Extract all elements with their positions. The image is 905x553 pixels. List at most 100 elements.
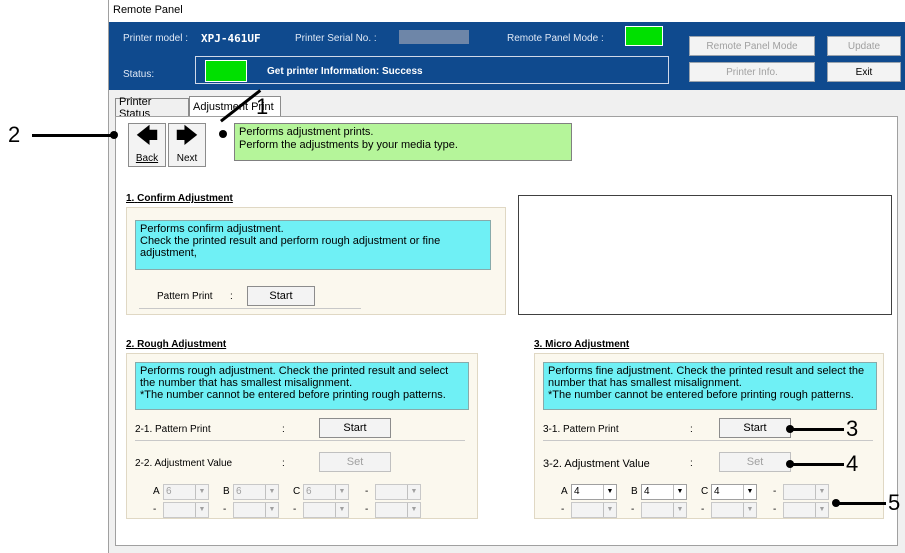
annotation-3: 3 — [846, 416, 859, 441]
printer-info-button[interactable]: Printer Info. — [689, 62, 815, 82]
chevron-down-icon[interactable]: ▼ — [407, 485, 420, 499]
select-value: 4 — [714, 486, 720, 497]
combo-label: - — [223, 504, 227, 515]
annotation-1-dot — [219, 130, 227, 138]
micro-number: 3. — [534, 339, 543, 350]
confirm-start-button[interactable]: Start — [247, 286, 315, 306]
chevron-down-icon[interactable]: ▼ — [743, 485, 756, 499]
next-button[interactable]: 🡆 Next — [168, 123, 206, 167]
next-label: Next — [176, 153, 198, 164]
annotation-1: 1 — [256, 94, 269, 119]
micro-title: Micro Adjustment — [545, 339, 630, 350]
annotation-4-dot — [786, 460, 794, 468]
micro-group: Performs fine adjustment. Check the prin… — [534, 353, 884, 519]
annotation-2-dot — [110, 131, 118, 139]
micro-set-button[interactable]: Set — [719, 452, 791, 472]
back-button[interactable]: 🡄 Back — [128, 123, 166, 167]
chevron-down-icon[interactable]: ▼ — [815, 503, 828, 517]
annotation-3-line — [790, 428, 844, 431]
exit-button[interactable]: Exit — [827, 62, 901, 82]
adjustment-value-select[interactable]: ▼ — [571, 502, 617, 518]
adjustment-value-select[interactable]: 6 ▼ — [163, 484, 209, 500]
preview-area — [518, 195, 892, 315]
chevron-down-icon[interactable]: ▼ — [265, 503, 278, 517]
rough-pattern-label: 2-1. Pattern Print — [135, 424, 211, 435]
chevron-down-icon[interactable]: ▼ — [407, 503, 420, 517]
chevron-down-icon[interactable]: ▼ — [815, 485, 828, 499]
combo-label: - — [561, 504, 565, 515]
chevron-down-icon[interactable]: ▼ — [195, 503, 208, 517]
chevron-down-icon[interactable]: ▼ — [743, 503, 756, 517]
confirm-description: Performs confirm adjustment. Check the p… — [135, 220, 491, 270]
adjustment-value-select[interactable]: ▼ — [783, 484, 829, 500]
printer-model-label: Printer model : — [123, 33, 189, 44]
micro-colon-2: : — [690, 458, 693, 469]
adjustment-value-select[interactable]: ▼ — [233, 502, 279, 518]
rough-value-label: 2-2. Adjustment Value — [135, 458, 233, 469]
remote-mode-indicator — [625, 26, 663, 46]
select-value: 6 — [166, 486, 172, 497]
adjustment-value-select[interactable]: ▼ — [711, 502, 757, 518]
chevron-down-icon[interactable]: ▼ — [673, 485, 686, 499]
chevron-down-icon[interactable]: ▼ — [335, 503, 348, 517]
confirm-number: 1. — [126, 193, 135, 204]
adjustment-value-select[interactable]: 6 ▼ — [233, 484, 279, 500]
micro-pattern-label: 3-1. Pattern Print — [543, 424, 619, 435]
annotation-2-line — [32, 134, 114, 137]
chevron-down-icon[interactable]: ▼ — [603, 503, 616, 517]
window-title: Remote Panel — [113, 4, 183, 16]
combo-label: A — [561, 486, 568, 497]
tab-printer-status[interactable]: Printer Status — [115, 96, 189, 120]
combo-label: - — [631, 504, 635, 515]
chevron-down-icon[interactable]: ▼ — [335, 485, 348, 499]
rough-title: Rough Adjustment — [137, 339, 227, 350]
confirm-pattern-label: Pattern Print — [157, 291, 213, 302]
rough-colon-2: : — [282, 458, 285, 469]
adjustment-value-select[interactable]: ▼ — [641, 502, 687, 518]
select-value: 4 — [574, 486, 580, 497]
chevron-down-icon[interactable]: ▼ — [265, 485, 278, 499]
confirm-group: Performs confirm adjustment. Check the p… — [126, 207, 506, 315]
rough-colon-1: : — [282, 424, 285, 435]
chevron-down-icon[interactable]: ▼ — [673, 503, 686, 517]
micro-colon-1: : — [690, 424, 693, 435]
combo-label: - — [365, 486, 369, 497]
combo-label: C — [293, 486, 301, 497]
select-value: 4 — [644, 486, 650, 497]
micro-start-button[interactable]: Start — [719, 418, 791, 438]
select-value: 6 — [236, 486, 242, 497]
title-bar: Remote Panel — [109, 0, 905, 23]
combo-label: - — [773, 486, 777, 497]
confirm-title: Confirm Adjustment — [137, 193, 233, 204]
rough-start-button[interactable]: Start — [319, 418, 391, 438]
adjustment-value-select[interactable]: ▼ — [375, 502, 421, 518]
micro-section-title: 3. Micro Adjustment — [534, 339, 629, 350]
rough-group: Performs rough adjustment. Check the pri… — [126, 353, 478, 519]
chevron-down-icon[interactable]: ▼ — [603, 485, 616, 499]
rough-set-button[interactable]: Set — [319, 452, 391, 472]
adjustment-value-select[interactable]: 4 ▼ — [571, 484, 617, 500]
combo-label: B — [631, 486, 638, 497]
printer-model-value: XPJ-461UF — [201, 32, 261, 45]
adjustment-value-select[interactable]: 4 ▼ — [641, 484, 687, 500]
select-value: 6 — [306, 486, 312, 497]
micro-description: Performs fine adjustment. Check the prin… — [543, 362, 877, 410]
adjustment-value-select[interactable]: ▼ — [375, 484, 421, 500]
adjustment-value-select[interactable]: ▼ — [303, 502, 349, 518]
adjustment-value-select[interactable]: 4 ▼ — [711, 484, 757, 500]
confirm-section-title: 1. Confirm Adjustment — [126, 193, 233, 204]
annotation-5-dot — [832, 499, 840, 507]
status-indicator — [205, 60, 247, 82]
chevron-down-icon[interactable]: ▼ — [195, 485, 208, 499]
combo-label: - — [293, 504, 297, 515]
rough-number: 2. — [126, 339, 135, 350]
combo-label: B — [223, 486, 230, 497]
rough-divider-1 — [135, 440, 465, 441]
combo-label: - — [701, 504, 705, 515]
adjustment-value-select[interactable]: ▼ — [783, 502, 829, 518]
adjustment-value-select[interactable]: ▼ — [163, 502, 209, 518]
adjustment-value-select[interactable]: 6 ▼ — [303, 484, 349, 500]
message-line-1: Performs adjustment prints. — [239, 126, 374, 138]
remote-panel-mode-button[interactable]: Remote Panel Mode — [689, 36, 815, 56]
update-button[interactable]: Update — [827, 36, 901, 56]
